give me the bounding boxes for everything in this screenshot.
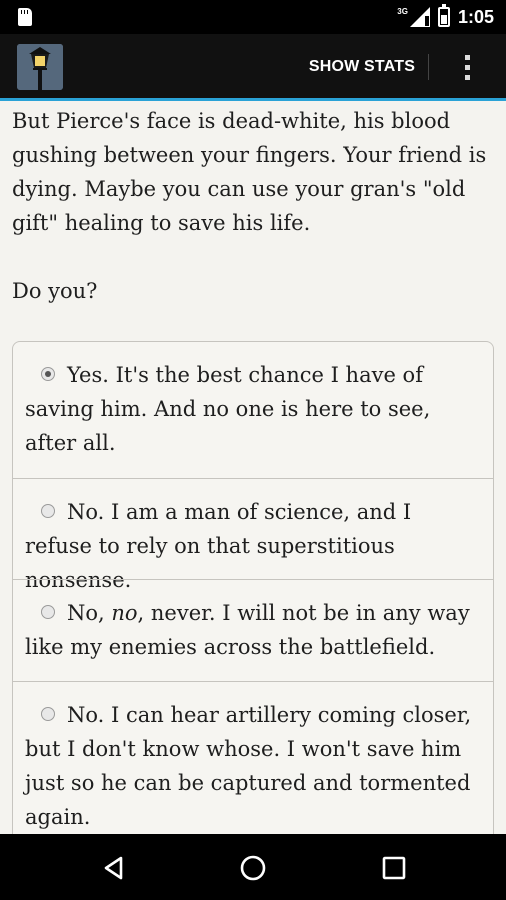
action-divider [428,54,429,80]
sd-card-icon [18,8,34,26]
show-stats-button[interactable]: SHOW STATS [300,52,424,82]
story-question: Do you? [12,279,98,303]
choice-label-start: No, [67,601,112,625]
story-passage: But Pierce's face is dead-white, his blo… [12,109,487,235]
choice-label: Yes. It's the best chance I have of savi… [25,363,431,455]
lamp-post-icon[interactable] [17,44,63,90]
signal-icon [409,7,430,27]
choice-option[interactable]: No. I am a man of science, and I refuse … [13,478,493,592]
choice-option[interactable]: No, no, never. I will not be in any way … [13,579,493,681]
back-icon[interactable] [92,846,136,890]
home-icon[interactable] [231,846,275,890]
story-content[interactable]: But Pierce's face is dead-white, his blo… [0,101,506,834]
radio-icon[interactable] [41,504,55,518]
recents-icon[interactable] [372,846,416,890]
overflow-menu-icon[interactable] [452,50,482,84]
choice-emphasis: no [111,601,138,625]
radio-selected-icon[interactable] [41,367,55,381]
choice-option[interactable]: Yes. It's the best chance I have of savi… [13,342,493,478]
status-time: 1:05 [457,6,494,27]
action-bar: SHOW STATS [0,34,506,101]
network-type: 3G [397,6,408,16]
choice-list: Yes. It's the best chance I have of savi… [12,341,494,834]
radio-icon[interactable] [41,707,55,721]
choice-label: No. I can hear artillery coming closer, … [25,703,472,829]
navigation-bar [0,834,506,900]
battery-icon [437,4,450,27]
radio-icon[interactable] [41,605,55,619]
status-bar: 3G 1:05 [0,0,506,34]
choice-option[interactable]: No. I can hear artillery coming closer, … [13,681,493,834]
